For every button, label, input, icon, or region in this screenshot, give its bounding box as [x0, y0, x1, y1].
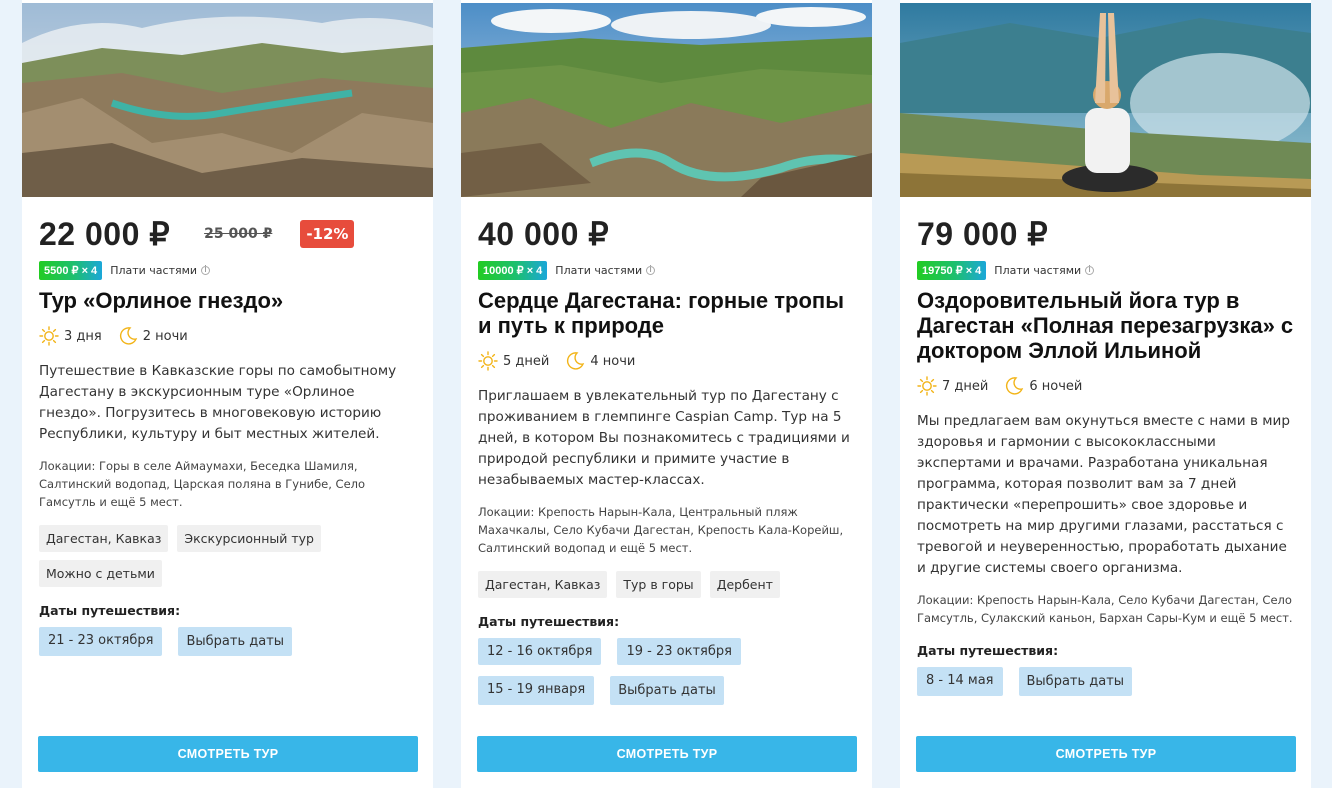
view-tour-button[interactable]: СМОТРЕТЬ ТУР — [916, 736, 1296, 772]
tag[interactable]: Дагестан, Кавказ — [478, 571, 608, 598]
old-price: 25 000 ₽ — [204, 226, 273, 242]
dates-label: Даты путешествия: — [917, 643, 1059, 658]
installment-badge: 19750 ₽ × 4 — [917, 260, 987, 280]
dates-label: Даты путешествия: — [39, 603, 181, 618]
tour-description: Приглашаем в увлекательный тур по Дагест… — [478, 388, 850, 488]
tour-title[interactable]: Сердце Дагестана: горные тропы и путь к … — [478, 288, 858, 338]
moon-icon — [567, 352, 585, 370]
tour-photo-yoga[interactable] — [900, 3, 1311, 197]
moon-icon — [119, 327, 137, 345]
tag[interactable]: Можно с детьми — [39, 560, 162, 587]
tag[interactable]: Дагестан, Кавказ — [39, 525, 169, 552]
tour-card: 22 000 ₽ 25 000 ₽ -12% 5500 ₽ × 4 Плати … — [22, 0, 433, 788]
discount-badge: -12% — [300, 220, 355, 248]
dates-label: Даты путешествия: — [478, 614, 620, 629]
price: 40 000 ₽ — [478, 216, 610, 252]
tour-card: 79 000 ₽ 19750 ₽ × 4 Плати частями i Озд… — [900, 0, 1311, 788]
tag-list: Дагестан, Кавказ Тур в горы Дербент — [478, 571, 858, 598]
days-count: 5 дней — [503, 353, 550, 369]
sun-icon — [39, 326, 59, 346]
tag[interactable]: Дербент — [709, 571, 780, 598]
nights-count: 2 ночи — [142, 328, 188, 344]
nights-count: 6 ночей — [1029, 378, 1083, 394]
installment-text: Плати частями — [555, 263, 643, 277]
tour-locations: Локации: Крепость Нарын-Кала, Село Кубач… — [917, 593, 1293, 625]
moon-icon — [1006, 377, 1024, 395]
date-option[interactable]: 19 - 23 октября — [617, 638, 741, 665]
tour-card: 40 000 ₽ 10000 ₽ × 4 Плати частями i Сер… — [461, 0, 872, 788]
tag[interactable]: Тур в горы — [616, 571, 701, 598]
tour-description: Мы предлагаем вам окунуться вместе с нам… — [917, 413, 1290, 576]
price: 22 000 ₽ — [39, 216, 171, 252]
dates-list: 8 - 14 мая Выбрать даты — [917, 667, 1297, 696]
select-dates-button[interactable]: Выбрать даты — [178, 627, 293, 656]
tour-title[interactable]: Оздоровительный йога тур в Дагестан «Пол… — [917, 288, 1297, 363]
installment-text: Плати частями — [994, 263, 1082, 277]
canyon-image — [461, 3, 872, 197]
date-option[interactable]: 8 - 14 мая — [917, 667, 1003, 696]
nights-count: 4 ночи — [590, 353, 636, 369]
tag-list: Дагестан, Кавказ Экскурсионный тур Можно… — [39, 525, 419, 587]
view-tour-button[interactable]: СМОТРЕТЬ ТУР — [477, 736, 857, 772]
sun-icon — [917, 376, 937, 396]
tour-photo-canyon[interactable] — [22, 3, 433, 197]
tour-locations: Локации: Горы в селе Аймаумахи, Беседка … — [39, 459, 366, 509]
tag[interactable]: Экскурсионный тур — [177, 525, 321, 552]
info-icon[interactable]: i — [1085, 265, 1095, 275]
price: 79 000 ₽ — [917, 216, 1049, 252]
tour-title[interactable]: Тур «Орлиное гнездо» — [39, 288, 419, 313]
info-icon[interactable]: i — [201, 265, 211, 275]
select-dates-button[interactable]: Выбрать даты — [610, 676, 724, 705]
installment-badge: 5500 ₽ × 4 — [39, 260, 103, 280]
dates-list: 12 - 16 октября 19 - 23 октября 15 - 19 … — [478, 638, 858, 705]
installment-text: Плати частями — [110, 263, 198, 277]
info-icon[interactable]: i — [646, 265, 656, 275]
installment-badge: 10000 ₽ × 4 — [478, 260, 548, 280]
dates-list: 21 - 23 октября Выбрать даты — [39, 627, 419, 656]
yoga-image — [900, 3, 1311, 197]
tour-description: Путешествие в Кавказские горы по самобыт… — [39, 363, 397, 442]
date-option[interactable]: 15 - 19 января — [478, 676, 595, 705]
date-option[interactable]: 12 - 16 октября — [478, 638, 602, 665]
days-count: 7 дней — [942, 378, 989, 394]
tour-photo-canyon[interactable] — [461, 3, 872, 197]
sun-icon — [478, 351, 498, 371]
canyon-image — [22, 3, 433, 197]
select-dates-button[interactable]: Выбрать даты — [1018, 667, 1133, 696]
date-option[interactable]: 21 - 23 октября — [39, 627, 163, 656]
tour-cards-list: 22 000 ₽ 25 000 ₽ -12% 5500 ₽ × 4 Плати … — [0, 0, 1332, 788]
view-tour-button[interactable]: СМОТРЕТЬ ТУР — [38, 736, 418, 772]
tour-locations: Локации: Крепость Нарын-Кала, Центральны… — [478, 505, 844, 555]
days-count: 3 дня — [64, 328, 102, 344]
